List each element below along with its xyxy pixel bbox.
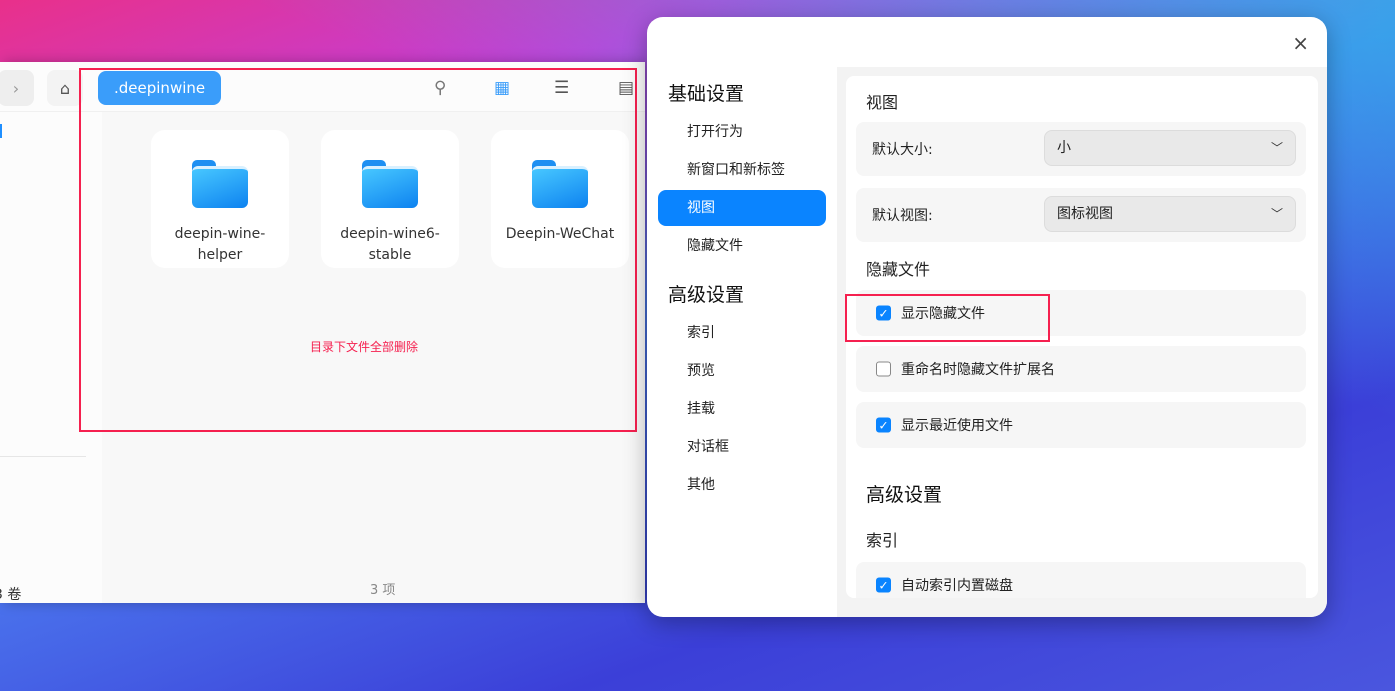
hide-ext-checkbox[interactable] <box>876 361 891 377</box>
annotation-note: 目录下文件全部删除 <box>310 340 419 354</box>
default-size-select[interactable]: 小 ﹀ <box>1044 130 1296 166</box>
nav-item-dialog[interactable]: 对话框 <box>658 429 826 465</box>
default-view-label: 默认视图: <box>872 208 933 224</box>
nav-item-new-window[interactable]: 新窗口和新标签 <box>658 152 826 188</box>
item-count: 3 项 <box>370 583 396 598</box>
nav-item-view[interactable]: 视图 <box>658 190 826 226</box>
auto-index-checkbox[interactable]: ✓ <box>876 577 891 593</box>
chevron-down-icon: ﹀ <box>1270 141 1283 155</box>
section-index-title: 索引 <box>866 531 899 550</box>
volume-count: 3 卷 <box>0 587 22 603</box>
show-recent-row[interactable]: ✓ 显示最近使用文件 <box>856 402 1306 448</box>
nav-item-index[interactable]: 索引 <box>658 315 826 351</box>
nav-item-other[interactable]: 其他 <box>658 467 826 503</box>
sidebar-divider <box>0 456 86 457</box>
forward-button[interactable]: › <box>0 70 34 106</box>
nav-item-mount[interactable]: 挂载 <box>658 391 826 427</box>
default-view-select[interactable]: 图标视图 ﹀ <box>1044 196 1296 232</box>
section-view-title: 视图 <box>866 93 899 112</box>
auto-index-row[interactable]: ✓ 自动索引内置磁盘 <box>856 562 1306 598</box>
nav-item-open-behavior[interactable]: 打开行为 <box>658 114 826 150</box>
default-view-row: 默认视图: 图标视图 ﹀ <box>856 188 1306 242</box>
nav-group-advanced[interactable]: 高级设置 <box>668 280 837 307</box>
nav-item-hidden-files[interactable]: 隐藏文件 <box>658 228 826 264</box>
nav-group-basic[interactable]: 基础设置 <box>668 79 837 106</box>
nav-item-preview[interactable]: 预览 <box>658 353 826 389</box>
chevron-down-icon: ﹀ <box>1270 207 1283 221</box>
default-size-value: 小 <box>1057 140 1071 156</box>
close-icon[interactable]: × <box>1292 31 1309 55</box>
default-size-row: 默认大小: 小 ﹀ <box>856 122 1306 176</box>
hide-ext-label: 重命名时隐藏文件扩展名 <box>901 362 1055 378</box>
annotation-box <box>79 68 637 432</box>
section-advanced-title: 高级设置 <box>866 484 943 506</box>
settings-content[interactable]: 视图 默认大小: 小 ﹀ 默认视图: 图标视图 ﹀ 隐藏文件 ✓ 显示隐藏文件 重命… <box>837 67 1327 617</box>
annotation-box-show-hidden <box>845 294 1050 342</box>
home-icon: ⌂ <box>59 78 71 98</box>
section-hidden-title: 隐藏文件 <box>866 260 931 279</box>
default-view-value: 图标视图 <box>1057 206 1113 222</box>
show-recent-checkbox[interactable]: ✓ <box>876 417 891 433</box>
home-button[interactable]: ⌂ <box>47 70 83 106</box>
settings-nav: 基础设置 打开行为 新窗口和新标签 视图 隐藏文件 高级设置 索引 预览 挂载 … <box>647 67 837 505</box>
sidebar-selection-indicator <box>0 124 2 138</box>
auto-index-label: 自动索引内置磁盘 <box>901 578 1013 594</box>
default-size-label: 默认大小: <box>872 142 933 158</box>
show-recent-label: 显示最近使用文件 <box>901 418 1013 434</box>
chevron-right-icon: › <box>12 78 20 98</box>
hide-ext-row[interactable]: 重命名时隐藏文件扩展名 <box>856 346 1306 392</box>
